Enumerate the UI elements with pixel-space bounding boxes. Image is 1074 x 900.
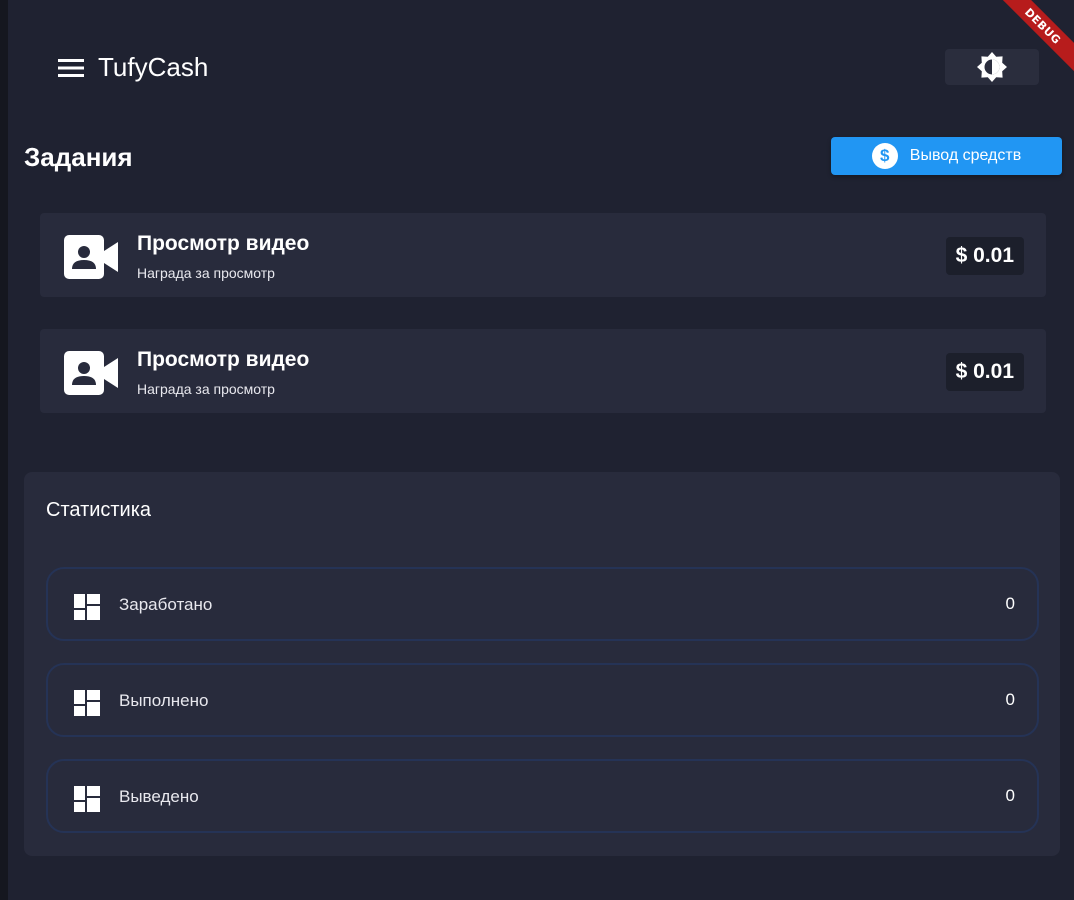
- menu-icon: [58, 59, 84, 77]
- window-edge: [0, 0, 8, 900]
- stats-title: Статистика: [46, 499, 152, 521]
- withdraw-button[interactable]: $ Вывод средств: [831, 137, 1062, 175]
- dashboard-icon: [74, 786, 100, 812]
- menu-button[interactable]: [56, 54, 86, 82]
- stat-row-completed[interactable]: Выполнено 0: [46, 663, 1039, 737]
- brightness-icon: [977, 52, 1007, 82]
- theme-toggle-button[interactable]: [945, 49, 1039, 85]
- app-bar: TufyCash: [8, 40, 1074, 96]
- task-card[interactable]: Просмотр видео Награда за просмотр $ 0.0…: [40, 329, 1046, 413]
- video-account-icon: [64, 235, 118, 279]
- stat-label: Выведено: [119, 787, 199, 806]
- dashboard-icon: [74, 594, 100, 620]
- stat-value: 0: [1005, 594, 1015, 613]
- video-account-icon: [64, 351, 118, 395]
- tasks-title: Задания: [24, 142, 133, 172]
- reward-badge: $ 0.01: [945, 237, 1024, 275]
- reward-badge: $ 0.01: [945, 353, 1024, 391]
- task-title: Просмотр видео: [137, 348, 310, 371]
- dollar-coin-icon: $: [871, 143, 898, 169]
- dashboard-icon: [74, 690, 100, 716]
- app-title: TufyCash: [98, 52, 209, 82]
- stat-row-withdrawn[interactable]: Выведено 0: [46, 759, 1039, 833]
- withdraw-button-label: Вывод средств: [909, 147, 1022, 164]
- stats-panel: Статистика Заработано 0 Выполнено 0 Выве…: [24, 472, 1060, 856]
- stat-value: 0: [1005, 786, 1015, 805]
- app-root: DEBUG TufyCash Задания $ Вывод средств П…: [8, 0, 1074, 900]
- stat-label: Выполнено: [119, 691, 209, 710]
- task-subtitle: Награда за просмотр: [137, 381, 275, 397]
- task-title: Просмотр видео: [137, 232, 310, 255]
- stat-label: Заработано: [119, 595, 213, 614]
- task-subtitle: Награда за просмотр: [137, 265, 275, 281]
- stat-row-earned[interactable]: Заработано 0: [46, 567, 1039, 641]
- task-card[interactable]: Просмотр видео Награда за просмотр $ 0.0…: [40, 213, 1046, 297]
- stat-value: 0: [1005, 690, 1015, 709]
